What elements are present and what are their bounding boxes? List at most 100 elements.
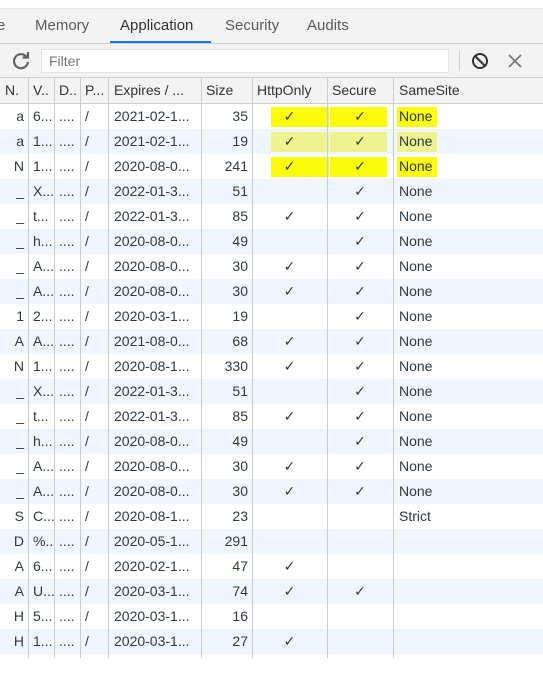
cell-path: / — [85, 358, 89, 374]
table-row[interactable]: A A....... / 2021-08-0... 68 ✓ ✓ None — [0, 329, 543, 354]
cell-secure: ✓ — [354, 158, 366, 174]
cell-secure — [327, 529, 393, 554]
table-row[interactable]: _ t....... / 2022-01-3... 85 ✓ ✓ None — [0, 204, 543, 229]
cell-value: A... — [33, 333, 54, 349]
cell-name: _ — [16, 258, 24, 274]
cell-value: A... — [33, 258, 54, 274]
cell-expires: 2021-08-0... — [114, 333, 190, 349]
cell-samesite: None — [399, 358, 433, 374]
filter-input[interactable] — [41, 49, 449, 73]
column-header-domain[interactable]: D.. — [54, 78, 80, 104]
cell-expires: 2020-08-0... — [114, 158, 190, 174]
tab-elements[interactable]: e — [0, 9, 5, 43]
table-row[interactable]: D%....... / 2020-05-1... 291 — [0, 529, 543, 554]
cell-domain: .... — [59, 358, 75, 374]
cell-secure: ✓ — [354, 183, 366, 199]
cell-value: 1... — [33, 133, 53, 149]
cell-samesite: None — [399, 308, 433, 324]
table-row[interactable]: _ A....... / 2020-08-0... 30 ✓ ✓ None — [0, 279, 543, 304]
delete-selected-button[interactable] — [505, 51, 525, 71]
clear-all-button[interactable] — [470, 51, 490, 71]
column-divider[interactable] — [108, 78, 109, 658]
table-row[interactable]: A U....... / 2020-03-1... 74 ✓ ✓ — [0, 579, 543, 604]
cell-httponly: ✓ — [283, 133, 296, 149]
cell-httponly: ✓ — [283, 483, 296, 499]
column-header-httponly[interactable]: HttpOnly — [252, 78, 327, 104]
table-row[interactable]: _ A....... / 2020-08-0... 30 ✓ ✓ None — [0, 454, 543, 479]
cell-path: / — [85, 183, 89, 199]
cell-samesite: None — [399, 483, 433, 499]
cell-domain: .... — [59, 208, 75, 224]
table-row[interactable]: _ A....... / 2020-08-0... 30 ✓ ✓ None — [0, 479, 543, 504]
table-row[interactable]: S C....... / 2020-08-1... 23 Strict — [0, 504, 543, 529]
cell-value: A... — [33, 283, 54, 299]
refresh-button[interactable] — [8, 48, 34, 74]
cell-httponly: ✓ — [283, 583, 296, 599]
cell-httponly: ✓ — [283, 208, 296, 224]
column-header-name[interactable]: N. — [0, 78, 28, 104]
cell-domain: .... — [59, 433, 75, 449]
column-header-expires[interactable]: Expires / ... — [109, 78, 201, 104]
cell-size: 68 — [232, 333, 248, 349]
tab-security[interactable]: Security — [225, 9, 279, 43]
cell-secure: ✓ — [354, 208, 366, 224]
table-row[interactable]: H 5....... / 2020-03-1... 16 — [0, 604, 543, 629]
table-row[interactable]: H 1....... / 2020-03-1... 27 ✓ — [0, 629, 543, 654]
cell-httponly: ✓ — [283, 108, 296, 124]
cell-name: N — [13, 158, 24, 174]
column-divider[interactable] — [80, 78, 81, 658]
cell-secure: ✓ — [354, 233, 366, 249]
column-divider[interactable] — [28, 78, 29, 658]
column-divider[interactable] — [54, 78, 55, 658]
cell-samesite: None — [399, 183, 433, 199]
cell-name: _ — [16, 183, 24, 199]
tab-memory[interactable]: Memory — [35, 9, 89, 43]
cell-samesite: None — [399, 333, 433, 349]
table-row[interactable]: _ t....... / 2022-01-3... 85 ✓ ✓ None — [0, 404, 543, 429]
cell-path: / — [85, 533, 89, 549]
cell-name: A — [14, 583, 24, 599]
column-divider[interactable] — [252, 78, 253, 658]
cell-value: h... — [33, 233, 53, 249]
table-row[interactable]: _ A....... / 2020-08-0... 30 ✓ ✓ None — [0, 254, 543, 279]
column-header-secure[interactable]: Secure — [327, 78, 393, 104]
table-row[interactable]: N 1....... / 2020-08-0... 241 ✓ ✓ None — [0, 154, 543, 179]
cell-path: / — [85, 558, 89, 574]
column-divider[interactable] — [393, 78, 394, 658]
tab-application[interactable]: Application — [120, 9, 193, 43]
cell-httponly — [252, 529, 327, 554]
table-row[interactable]: _ h....... / 2020-08-0... 49 ✓ None — [0, 229, 543, 254]
cell-secure: ✓ — [354, 483, 366, 499]
table-row[interactable]: a 6....... / 2021-02-1... 35 ✓ ✓ None — [0, 104, 543, 129]
tab-audits[interactable]: Audits — [307, 9, 349, 43]
cell-httponly: ✓ — [283, 408, 296, 424]
cell-path: / — [85, 433, 89, 449]
cell-secure: ✓ — [354, 283, 366, 299]
cell-domain: .... — [59, 633, 75, 649]
table-row[interactable]: a 1....... / 2021-02-1... 19 ✓ ✓ None — [0, 129, 543, 154]
cell-name: S — [14, 508, 24, 524]
cell-path: / — [85, 633, 89, 649]
column-header-path[interactable]: P... — [80, 78, 108, 104]
table-row[interactable]: N 1....... / 2020-08-1... 330 ✓ ✓ None — [0, 354, 543, 379]
column-header-samesite[interactable]: SameSite — [394, 78, 543, 104]
table-row[interactable]: A 6....... / 2020-02-1... 47 ✓ — [0, 554, 543, 579]
close-icon — [508, 54, 522, 68]
cell-path: / — [85, 458, 89, 474]
cell-path: / — [85, 133, 89, 149]
cell-httponly — [252, 604, 327, 629]
column-divider[interactable] — [201, 78, 202, 658]
cell-expires: 2022-01-3... — [114, 383, 190, 399]
cell-secure — [327, 554, 393, 579]
column-header-size[interactable]: Size — [201, 78, 252, 104]
table-row[interactable]: 1 2....... / 2020-03-1... 19 ✓ None — [0, 304, 543, 329]
table-row[interactable]: _ h....... / 2020-08-0... 49 ✓ None — [0, 429, 543, 454]
cell-secure — [327, 504, 393, 529]
cell-samesite: None — [399, 433, 433, 449]
cell-size: 291 — [224, 533, 248, 549]
column-header-value[interactable]: V.. — [28, 78, 54, 104]
table-row[interactable]: _ X....... / 2022-01-3... 51 ✓ None — [0, 379, 543, 404]
table-row[interactable]: _ X....... / 2022-01-3... 51 ✓ None — [0, 179, 543, 204]
column-divider[interactable] — [327, 78, 328, 658]
cell-size: 30 — [232, 258, 248, 274]
